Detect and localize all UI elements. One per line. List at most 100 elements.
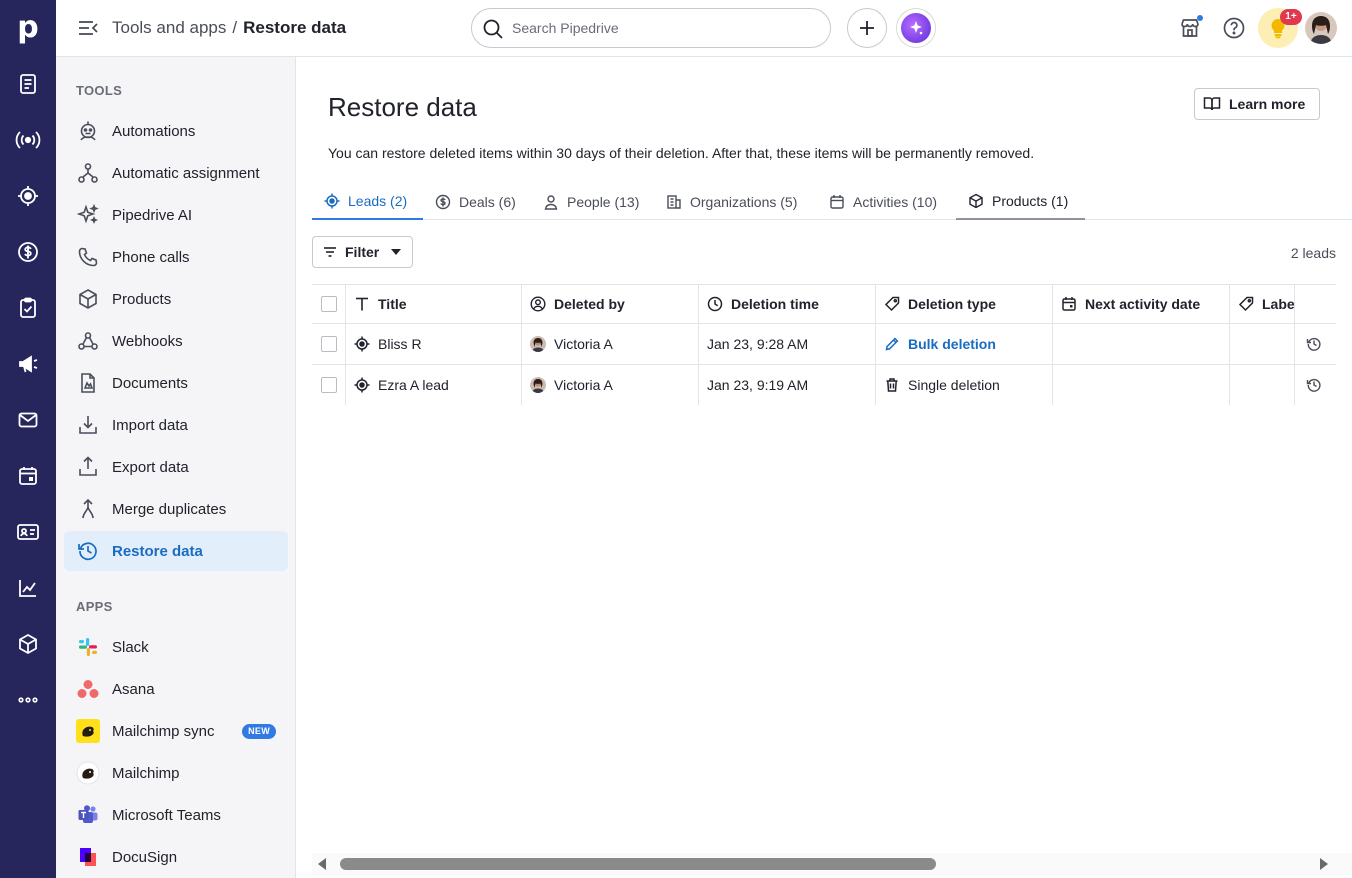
avatar — [530, 377, 546, 393]
sidebar-item-label: DocuSign — [112, 848, 178, 866]
broadcast-icon[interactable] — [0, 118, 56, 162]
deleted-by-cell: Victoria A — [522, 324, 699, 364]
column-header-deletion-time[interactable]: Deletion time — [699, 285, 876, 323]
tab-activities[interactable]: Activities (10) — [829, 183, 937, 220]
sidebar-item-phone-calls[interactable]: Phone calls — [64, 237, 288, 277]
clock-icon — [707, 296, 723, 312]
breadcrumb-parent-link[interactable]: Tools and apps — [112, 18, 226, 37]
quick-add-button[interactable] — [847, 8, 887, 48]
sidebar-item-docusign[interactable]: DocuSign — [64, 837, 288, 877]
sidebar-item-restore-data[interactable]: Restore data — [64, 531, 288, 571]
campaigns-megaphone-icon[interactable] — [0, 342, 56, 386]
scroll-right-icon[interactable] — [1318, 858, 1330, 870]
collapse-menu-icon[interactable] — [76, 17, 100, 39]
column-header-title[interactable]: Title — [346, 285, 522, 323]
tools-sidebar: TOOLS Automations Automatic assignment P… — [56, 57, 296, 878]
deals-dollar-icon[interactable] — [0, 230, 56, 274]
sidebar-item-mailchimp[interactable]: Mailchimp — [64, 753, 288, 793]
search-box — [471, 8, 831, 48]
lead-target-icon — [354, 377, 370, 393]
box-icon — [968, 193, 984, 209]
tab-leads[interactable]: Leads (2) — [312, 183, 423, 220]
user-avatar[interactable] — [1305, 12, 1337, 44]
sidebar-item-microsoft-teams[interactable]: Microsoft Teams — [64, 795, 288, 835]
sidebar-item-label: Automatic assignment — [112, 164, 260, 182]
filter-button[interactable]: Filter — [312, 236, 413, 268]
sidebar-item-merge-duplicates[interactable]: Merge duplicates — [64, 489, 288, 529]
box-icon — [76, 287, 100, 311]
deleted-by-name: Victoria A — [554, 377, 613, 393]
next-activity-cell — [1053, 365, 1230, 405]
nav-rail: p — [0, 0, 56, 878]
caret-down-icon — [391, 249, 402, 255]
column-header-label[interactable]: Labe — [1230, 285, 1295, 323]
row-select-cell — [312, 365, 346, 405]
pencil-icon — [884, 336, 900, 352]
teams-icon — [76, 803, 100, 827]
sidebar-item-import-data[interactable]: Import data — [64, 405, 288, 445]
slack-icon — [76, 635, 100, 659]
sidebar-item-label: Automations — [112, 122, 196, 140]
insights-chart-icon[interactable] — [0, 566, 56, 610]
leads-target-icon[interactable] — [0, 174, 56, 218]
deletion-time-cell: Jan 23, 9:19 AM — [699, 365, 876, 405]
help-icon[interactable] — [1220, 14, 1248, 42]
sidebar-item-slack[interactable]: Slack — [64, 627, 288, 667]
mailchimp-icon — [76, 719, 100, 743]
tab-deals[interactable]: Deals (6) — [435, 183, 516, 220]
tasks-clipboard-icon[interactable] — [0, 286, 56, 330]
tab-organizations[interactable]: Organizations (5) — [666, 183, 797, 220]
more-dots-icon[interactable] — [0, 678, 56, 722]
bulk-deletion-link[interactable]: Bulk deletion — [908, 336, 996, 352]
sidebar-item-label: Products — [112, 290, 172, 308]
contacts-card-icon[interactable] — [0, 510, 56, 554]
marketplace-store-icon[interactable] — [1176, 14, 1204, 42]
column-header-deleted-by[interactable]: Deleted by — [522, 285, 699, 323]
sidebar-item-webhooks[interactable]: Webhooks — [64, 321, 288, 361]
sparkles-icon — [76, 203, 100, 227]
tab-label: People (13) — [567, 193, 640, 210]
horizontal-scrollbar[interactable] — [312, 853, 1352, 875]
restore-item-icon[interactable] — [1306, 336, 1322, 352]
phone-icon — [76, 245, 100, 269]
column-header-actions — [1295, 285, 1336, 323]
products-box-icon[interactable] — [0, 622, 56, 666]
column-header-next-activity-date[interactable]: Next activity date — [1053, 285, 1230, 323]
sidebar-item-automatic-assignment[interactable]: Automatic assignment — [64, 153, 288, 193]
search-input[interactable] — [512, 9, 812, 47]
apps-heading: APPS — [76, 599, 113, 614]
deletion-type: Single deletion — [908, 377, 1000, 393]
calendar-icon[interactable] — [0, 454, 56, 498]
sidebar-item-label: Export data — [112, 458, 189, 476]
title-cell: Bliss R — [346, 324, 522, 364]
select-all-checkbox[interactable] — [321, 296, 337, 312]
ai-assistant-button[interactable] — [896, 8, 936, 48]
sidebar-item-label: Import data — [112, 416, 188, 434]
deletion-time: Jan 23, 9:28 AM — [707, 336, 809, 352]
row-checkbox[interactable] — [321, 377, 337, 393]
tab-people[interactable]: People (13) — [543, 183, 639, 220]
sidebar-item-pipedrive-ai[interactable]: Pipedrive AI — [64, 195, 288, 235]
dollar-icon — [435, 194, 451, 210]
sidebar-item-asana[interactable]: Asana — [64, 669, 288, 709]
pipedrive-logo[interactable]: p — [0, 0, 56, 56]
restore-item-icon[interactable] — [1306, 377, 1322, 393]
sidebar-item-products[interactable]: Products — [64, 279, 288, 319]
sidebar-item-automations[interactable]: Automations — [64, 111, 288, 151]
sidebar-item-documents[interactable]: Documents — [64, 363, 288, 403]
scroll-left-icon[interactable] — [316, 858, 328, 870]
sidebar-item-label: Merge duplicates — [112, 500, 227, 518]
column-header-deletion-type[interactable]: Deletion type — [876, 285, 1053, 323]
sidebar-item-export-data[interactable]: Export data — [64, 447, 288, 487]
deletion-time: Jan 23, 9:19 AM — [707, 377, 809, 393]
scrollbar-thumb[interactable] — [340, 858, 936, 870]
sidebar-item-mailchimp-sync[interactable]: Mailchimp sync NEW — [64, 711, 288, 751]
row-select-cell — [312, 324, 346, 364]
row-checkbox[interactable] — [321, 336, 337, 352]
deleted-items-table: Title Deleted by Deletion time Deletion … — [312, 284, 1336, 405]
learn-more-button[interactable]: Learn more — [1194, 88, 1320, 120]
tab-label: Products (1) — [992, 192, 1069, 209]
tab-products[interactable]: Products (1) — [956, 183, 1085, 220]
mail-icon[interactable] — [0, 398, 56, 442]
leads-inbox-icon[interactable] — [0, 62, 56, 106]
